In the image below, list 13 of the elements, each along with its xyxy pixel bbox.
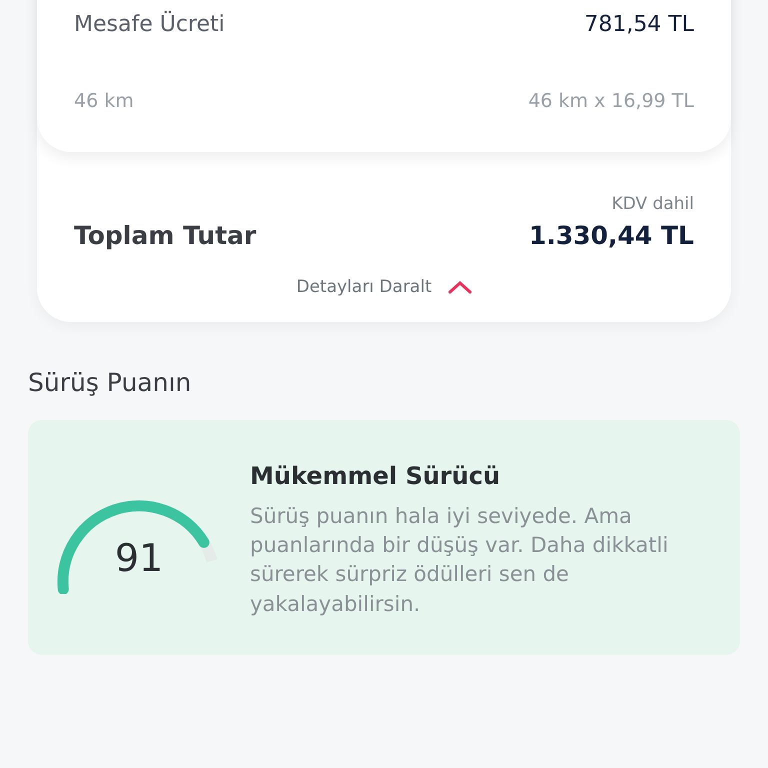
chevron-up-icon[interactable] bbox=[448, 280, 472, 294]
total-label: Toplam Tutar bbox=[74, 220, 256, 252]
score-heading: Mükemmel Sürücü bbox=[250, 460, 502, 492]
fare-value: 46 km x 16,99 TL bbox=[528, 89, 694, 114]
tax-note: KDV dahil bbox=[612, 192, 694, 216]
section-title: Sürüş Puanın bbox=[28, 367, 192, 399]
fare-value: 781,54 TL bbox=[584, 11, 694, 39]
collapse-details-link[interactable]: Detayları Daralt bbox=[296, 274, 432, 300]
score-description: Sürüş puanın hala iyi seviyede. Ama puanlarında bir düşüş var. Daha dikkatli sürerek sürpriz ödülleri sen de yakalayabilirsin. bbox=[250, 502, 670, 618]
score-value: 91 bbox=[114, 534, 164, 582]
total-value: 1.330,44 TL bbox=[528, 220, 694, 252]
fare-label: 46 km bbox=[74, 89, 134, 114]
fare-label: Mesafe Ücreti bbox=[74, 10, 225, 39]
